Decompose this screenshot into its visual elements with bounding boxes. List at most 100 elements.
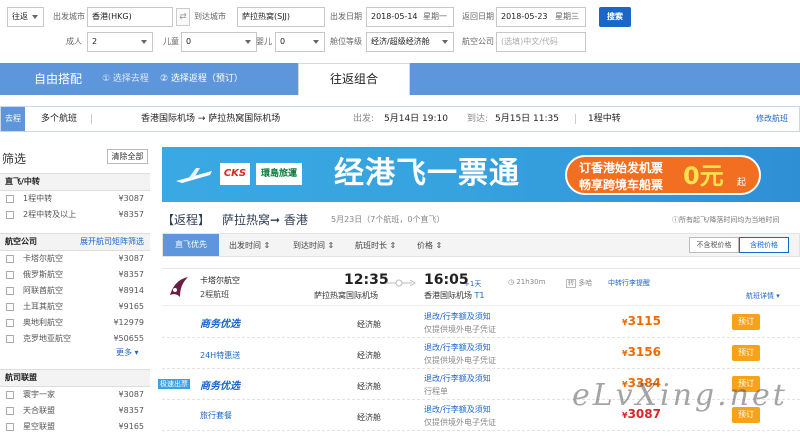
qatar-airways-logo-icon (170, 277, 188, 297)
clock-icon: ◷ (508, 278, 515, 286)
fare-note: 行程单 (424, 387, 448, 396)
infant-select[interactable]: 0 (275, 32, 325, 52)
fare-row[interactable]: 24H特惠送 经济舱 退改/行李额及须知 仅提供境外电子凭证 ¥3156 预订 (162, 338, 800, 369)
outbound-flights: 多个航班 (41, 114, 78, 124)
checkbox[interactable] (6, 271, 14, 279)
to-city-input[interactable]: 萨拉热窝(SJJ) (237, 7, 325, 27)
cabin-select[interactable]: 经济/超级经济舱 (366, 32, 454, 52)
return-date-input[interactable]: 2018-05-23 星期三 (496, 7, 586, 27)
filter-item[interactable]: 天合联盟 ¥8357 (6, 404, 144, 418)
checkbox[interactable] (6, 303, 14, 311)
airline-label: 航空公司 (462, 37, 494, 46)
sort-icon: ⇕ (389, 241, 397, 250)
tax-inclusive-toggle[interactable]: 含税价格 (739, 237, 789, 253)
infant-label: 婴儿 (256, 37, 272, 46)
return-date-info: 5月23日（7个航班，0个直飞） (331, 215, 445, 224)
book-button[interactable]: 预订 (732, 345, 760, 361)
section-alliance[interactable]: 航司联盟 (0, 369, 150, 387)
banner-headline: 经港飞一票通 (334, 156, 520, 191)
section-airline[interactable]: 航空公司 展开航司矩阵筛选 (0, 233, 150, 251)
arr-airport: 香港国际机场 T1 (424, 291, 485, 300)
cks-logo: CKS (220, 163, 250, 185)
fare-note: 仅提供境外电子凭证 (424, 356, 496, 365)
expand-airline-matrix-link[interactable]: 展开航司矩阵筛选 (80, 234, 144, 250)
tab-free-combo[interactable]: 自由搭配 (34, 63, 82, 95)
transfer-icon: 转 (566, 279, 577, 288)
flight-details-link[interactable]: 航班详情 ▾ (746, 291, 780, 301)
fare-cabin: 经济舱 (357, 413, 381, 422)
airline-input[interactable]: (选填)中文/代码 (496, 32, 586, 52)
fare-cabin: 经济舱 (357, 351, 381, 360)
filter-item[interactable]: 阿联酋航空 ¥8914 (6, 284, 144, 298)
fare-rules-link[interactable]: 退改/行李额及须知 (424, 373, 491, 384)
tax-exclusive-toggle[interactable]: 不含税价格 (689, 237, 739, 253)
fare-cabin: 经济舱 (357, 320, 381, 329)
return-tag: 【返程】 (162, 213, 211, 227)
promo-line-2: 畅享跨境车船票 (579, 178, 664, 192)
outbound-route-bar: 去程 多个航班 香港国际机场 → 萨拉热窝国际机场 出发: 5月14日 19:1… (0, 106, 800, 132)
plane-logo-icon (176, 168, 212, 183)
more-airlines-link[interactable]: 更多 ▾ (116, 347, 139, 358)
arr-plus-day: +1天 (464, 280, 482, 288)
dep-time: 12:35 (344, 272, 389, 288)
fare-rules-link[interactable]: 退改/行李额及须知 (424, 342, 491, 353)
checkbox[interactable] (6, 319, 14, 327)
chevron-down-icon: ▾ (134, 348, 139, 357)
filter-item[interactable]: 卡塔尔航空 ¥3087 (6, 252, 144, 266)
sort-duration[interactable]: 航班时长 ⇕ (355, 234, 396, 258)
filter-item[interactable]: 俄罗斯航空 ¥8357 (6, 268, 144, 282)
adult-select[interactable]: 2 (87, 32, 153, 52)
fare-note: 仅提供境外电子凭证 (424, 418, 496, 427)
clear-all-button[interactable]: 清除全部 (107, 149, 148, 164)
airline-name: 卡塔尔航空 (200, 276, 240, 285)
outbound-depart-label: 出发: (353, 114, 375, 124)
sort-price[interactable]: 价格 ⇕ (417, 234, 442, 258)
depart-date-input[interactable]: 2018-05-14 星期一 (366, 7, 454, 27)
checkbox[interactable] (6, 211, 14, 219)
book-button[interactable]: 预订 (732, 314, 760, 330)
banner-promo-badge: 订香港始发机票 畅享跨境车船票 0元 起 (565, 155, 761, 195)
checkbox[interactable] (6, 335, 14, 343)
section-direct[interactable]: 直飞/中转 (0, 173, 150, 191)
tab-round-combo[interactable]: 往返组合 (298, 63, 410, 95)
sort-direct-first[interactable]: 直飞优先 (163, 234, 219, 256)
step-choose-return: ② 选择返程（预订） (160, 74, 243, 84)
filter-item[interactable]: 土耳其航空 ¥9165 (6, 300, 144, 314)
arr-time: 16:05 (424, 272, 469, 288)
checkbox[interactable] (6, 423, 14, 431)
fare-row[interactable]: 商务优选 经济舱 退改/行李额及须知 仅提供境外电子凭证 ¥3115 预订 (162, 307, 800, 338)
filter-item[interactable]: 星空联盟 ¥9165 (6, 420, 144, 434)
fare-rules-link[interactable]: 退改/行李额及须知 (424, 311, 491, 322)
modify-flight-link[interactable]: 修改航班 (756, 107, 788, 131)
promo-banner[interactable]: CKS 環島旅運 经港飞一票通 订香港始发机票 畅享跨境车船票 0元 起 (162, 147, 800, 202)
checkbox[interactable] (6, 407, 14, 415)
checkbox[interactable] (6, 195, 14, 203)
filter-item[interactable]: 1程中转 ¥3087 (6, 192, 144, 206)
checkbox[interactable] (6, 255, 14, 263)
return-route: 萨拉热窝➞ 香港 (222, 213, 308, 227)
trip-type-select[interactable]: 往返 (7, 7, 44, 27)
fare-rules-link[interactable]: 退改/行李额及须知 (424, 404, 491, 415)
sort-arrive-time[interactable]: 到达时间 ⇕ (293, 234, 334, 258)
fare-price: ¥3115 (622, 314, 661, 328)
island-travel-logo: 環島旅運 (256, 163, 303, 185)
checkbox[interactable] (6, 287, 14, 295)
sort-depart-time[interactable]: 出发时间 ⇕ (229, 234, 270, 258)
info-icon: ⓘ (672, 216, 679, 224)
return-date-label: 返回日期 (462, 12, 494, 21)
transfer-baggage-link[interactable]: 中转行李提醒 (608, 278, 650, 288)
sort-icon: ⇕ (263, 241, 271, 250)
child-select[interactable]: 0 (181, 32, 257, 52)
from-city-input[interactable]: 香港(HKG) (87, 7, 173, 27)
outbound-depart-time: 5月14日 19:10 (384, 114, 448, 124)
swap-cities-icon[interactable]: ⇄ (176, 8, 190, 26)
filter-item[interactable]: 克罗地亚航空 ¥50655 (6, 332, 144, 346)
filter-item[interactable]: 2程中转及以上 ¥8357 (6, 208, 144, 222)
filter-item[interactable]: 奥地利航空 ¥12979 (6, 316, 144, 330)
flight-row[interactable]: 卡塔尔航空 2程航班 12:35 萨拉热窝国际机场 16:05 +1天 香港国际… (162, 268, 800, 306)
search-button[interactable]: 搜索 (599, 7, 631, 27)
filter-item[interactable]: 寰宇一家 ¥3087 (6, 388, 144, 402)
fare-name: 旅行套餐 (200, 411, 232, 420)
checkbox[interactable] (6, 391, 14, 399)
divider (575, 114, 576, 124)
